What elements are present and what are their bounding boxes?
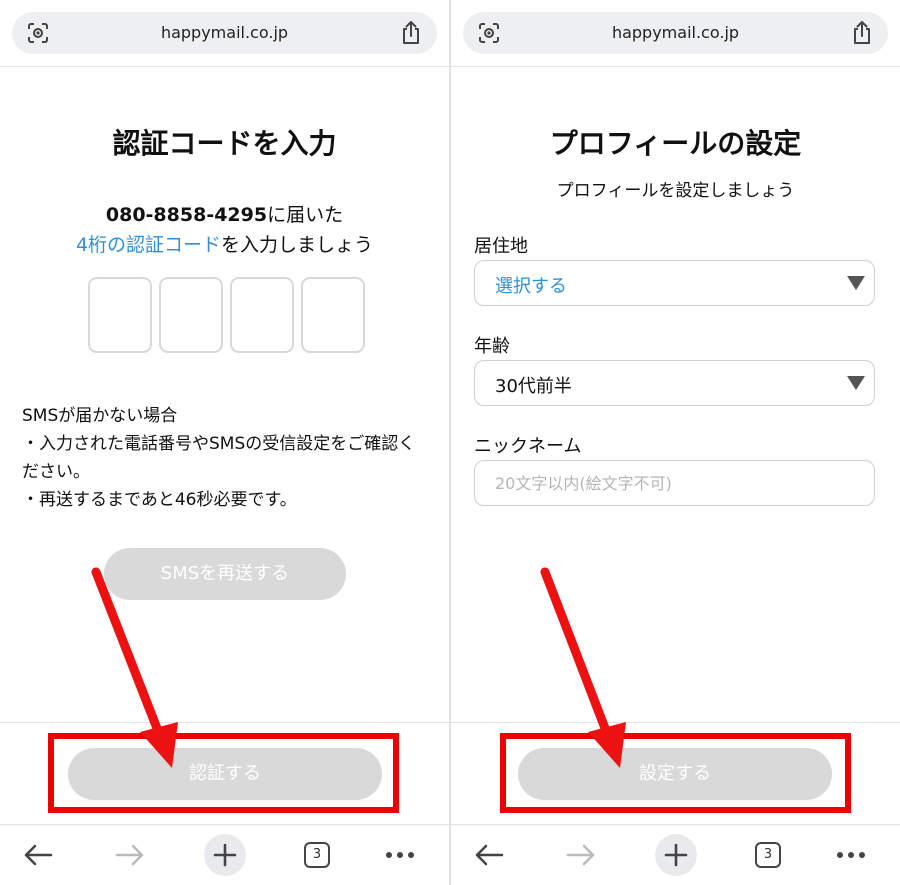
browser-toolbar: 3 <box>0 824 449 885</box>
address-bar[interactable]: happymail.co.jp <box>12 12 437 54</box>
phone-message: 080-8858-4295に届いた <box>0 200 449 227</box>
nickname-label: ニックネーム <box>474 436 582 457</box>
more-button[interactable] <box>833 837 869 873</box>
code-suffix: を入力しましょう <box>221 234 374 256</box>
divider <box>0 66 449 67</box>
url-text: happymail.co.jp <box>160 23 289 42</box>
code-digit-3[interactable] <box>230 277 294 353</box>
arrow-right-icon <box>115 844 144 866</box>
profile-setup-screen: happymail.co.jp プロフィールの設定 プロフィールを設定しましょう… <box>451 0 900 885</box>
annotation-highlight-box <box>500 733 851 813</box>
code-digit-4[interactable] <box>301 277 365 353</box>
verification-screen: happymail.co.jp 認証コードを入力 080-8858-4295に届… <box>0 0 449 885</box>
share-icon[interactable] <box>399 20 423 46</box>
phone-suffix: に届いた <box>267 204 344 226</box>
page-title: 認証コードを入力 <box>112 127 337 160</box>
share-icon[interactable] <box>850 20 874 46</box>
residence-select[interactable]: 選択する <box>474 260 875 306</box>
arrow-left-icon <box>24 844 53 866</box>
code-digit-2[interactable] <box>159 277 223 353</box>
notice-line: ・入力された電話番号やSMSの受信設定をご確認ください。 <box>22 434 416 482</box>
divider <box>451 66 900 67</box>
phone-number: 080-8858-4295 <box>105 204 268 226</box>
url-text: happymail.co.jp <box>611 23 740 42</box>
code-input-group <box>88 277 365 353</box>
age-value: 30代前半 <box>495 376 572 397</box>
plus-icon <box>213 843 237 867</box>
page-subtitle: プロフィールを設定しましょう <box>556 181 795 201</box>
more-icon <box>386 852 414 858</box>
forward-button[interactable] <box>112 837 148 873</box>
plus-icon <box>664 843 688 867</box>
more-button[interactable] <box>382 837 418 873</box>
tab-count: 3 <box>755 842 781 868</box>
browser-toolbar: 3 <box>451 824 900 885</box>
new-tab-button[interactable] <box>204 834 246 876</box>
code-link: 4桁の認証コード <box>75 234 222 256</box>
age-label: 年齢 <box>474 336 510 357</box>
residence-label: 居住地 <box>474 236 528 257</box>
divider <box>451 722 900 723</box>
new-tab-button[interactable] <box>655 834 697 876</box>
age-select[interactable]: 30代前半 <box>474 360 875 406</box>
more-icon <box>837 852 865 858</box>
dropdown-triangle-icon <box>847 376 865 390</box>
back-button[interactable] <box>20 837 56 873</box>
arrow-left-icon <box>475 844 504 866</box>
residence-value: 選択する <box>495 276 567 297</box>
code-message: 4桁の認証コードを入力しましょう <box>0 230 449 257</box>
code-digit-1[interactable] <box>88 277 152 353</box>
arrow-right-icon <box>566 844 595 866</box>
back-button[interactable] <box>471 837 507 873</box>
notice-heading: SMSが届かない場合 <box>22 406 178 426</box>
page-title: プロフィールの設定 <box>549 127 802 160</box>
tabs-button[interactable]: 3 <box>299 837 335 873</box>
dropdown-triangle-icon <box>847 276 865 290</box>
address-bar[interactable]: happymail.co.jp <box>463 12 888 54</box>
resend-sms-button[interactable]: SMSを再送する <box>104 548 346 600</box>
forward-button[interactable] <box>563 837 599 873</box>
annotation-highlight-box <box>48 733 399 813</box>
divider <box>0 722 449 723</box>
tabs-button[interactable]: 3 <box>750 837 786 873</box>
notice-line: ・再送するまであと46秒必要です。 <box>22 490 297 510</box>
tab-count: 3 <box>304 842 330 868</box>
nickname-input[interactable] <box>474 460 875 506</box>
sms-notice: SMSが届かない場合 ・入力された電話番号やSMSの受信設定をご確認ください。 … <box>22 402 432 514</box>
